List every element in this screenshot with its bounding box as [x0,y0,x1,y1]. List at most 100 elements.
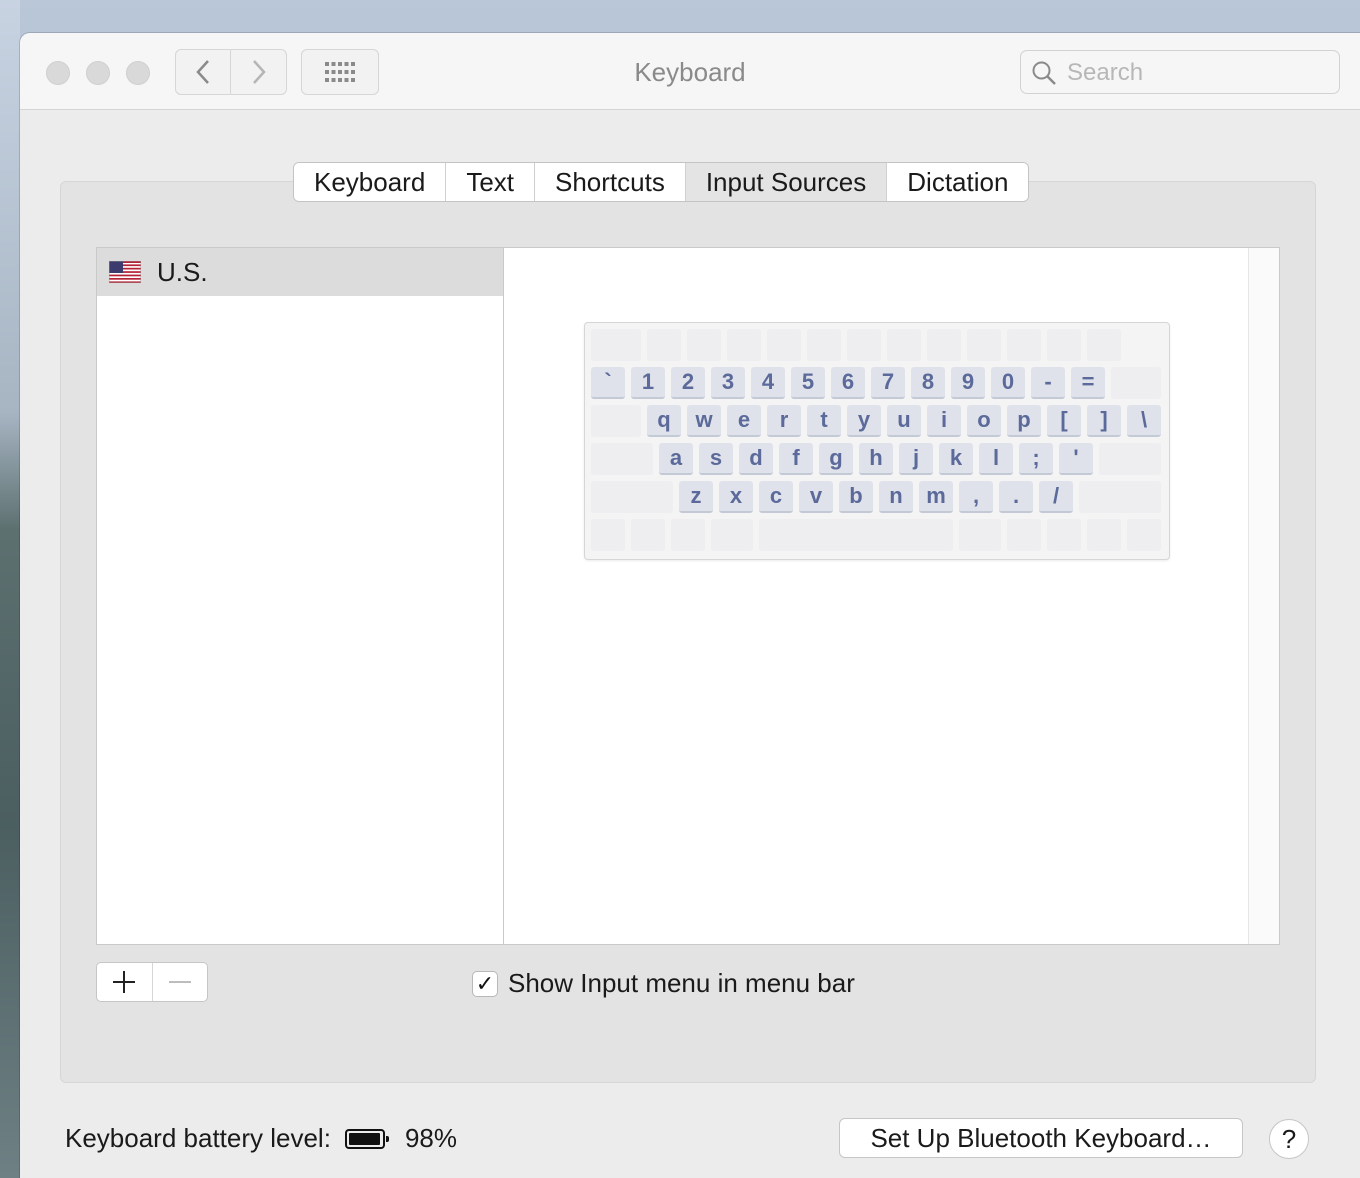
key-cap: 5 [791,367,825,399]
key-cap: z [679,481,713,513]
delete-key [1111,367,1161,399]
plus-icon [113,971,136,993]
key-cap: - [1031,367,1065,399]
keyboard-preview-pane: ` 1 2 3 4 5 6 7 8 9 0- = q w e r t y u i o p[] \ a s d f g h j k l; ' z x c… [504,247,1280,945]
tab-bar: Keyboard Text Shortcuts Input Sources Di… [293,162,1030,202]
key-cap: d [739,443,773,475]
desktop-background [0,0,20,1178]
command-key [711,519,753,551]
option-key [671,519,705,551]
key-cap: [ [1047,405,1081,437]
command-key [959,519,1001,551]
function-key [1087,329,1121,361]
search-field[interactable] [1020,50,1340,94]
key-cap: t [807,405,841,437]
option-key [1007,519,1041,551]
key-cap: r [767,405,801,437]
help-button[interactable]: ? [1269,1119,1309,1159]
tab-text[interactable]: Text [446,163,535,201]
key-cap: ] [1087,405,1121,437]
key-cap: 8 [911,367,945,399]
key-cap: 1 [631,367,665,399]
list-controls [96,962,208,1002]
arrow-right-key [1127,519,1161,551]
title-bar: Keyboard [20,33,1360,110]
tab-label: Dictation [907,166,1009,197]
battery-status: Keyboard battery level: 98% [65,1123,457,1154]
battery-percent: 98% [404,1123,457,1153]
show-input-menu-option[interactable]: ✓ Show Input menu in menu bar [472,968,855,999]
key-cap: 0 [991,367,1025,399]
key-cap: 7 [871,367,905,399]
function-key [1047,329,1081,361]
control-key [631,519,665,551]
key-cap: / [1039,481,1073,513]
key-cap: p [1007,405,1041,437]
space-key [759,519,953,551]
system-preferences-window: Keyboard Keyboard Text Shortcuts Input S… [20,33,1360,1178]
battery-label: Keyboard battery level: [65,1123,331,1153]
return-key [1099,443,1161,475]
key-cap: j [899,443,933,475]
key-cap: c [759,481,793,513]
input-source-us[interactable]: U.S. [97,248,503,296]
function-key [807,329,841,361]
input-sources-list[interactable]: U.S. [96,247,504,945]
input-source-label: U.S. [157,256,208,287]
minus-icon [168,981,191,983]
fn-key [591,519,625,551]
key-cap: y [847,405,881,437]
setup-bluetooth-keyboard-button[interactable]: Set Up Bluetooth Keyboard… [839,1118,1243,1158]
tab-dictation[interactable]: Dictation [887,163,1029,201]
shift-key [591,481,673,513]
tab-label: Keyboard [314,166,426,197]
function-key [687,329,721,361]
function-key [727,329,761,361]
show-input-menu-checkbox[interactable]: ✓ [472,970,498,997]
key-cap: o [967,405,1001,437]
key-cap: = [1071,367,1105,399]
key-cap: ` [591,367,625,399]
tab-label: Shortcuts [555,166,665,197]
key-cap: \ [1127,405,1161,437]
tab-keyboard[interactable]: Keyboard [294,163,447,201]
key-cap: ' [1059,443,1093,475]
tab-key [591,405,641,437]
key-cap: s [699,443,733,475]
function-key [887,329,921,361]
key-cap: q [647,405,681,437]
shift-key [1079,481,1161,513]
tab-label: Text [466,166,514,197]
scrollbar[interactable] [1248,248,1279,944]
function-key [847,329,881,361]
remove-input-source-button[interactable] [153,963,208,1001]
keyboard-layout-preview: ` 1 2 3 4 5 6 7 8 9 0- = q w e r t y u i o p[] \ a s d f g h j k l; ' z x c… [584,322,1170,560]
search-input[interactable] [1065,57,1329,89]
key-cap: 4 [751,367,785,399]
key-cap: 9 [951,367,985,399]
key-cap: a [659,443,693,475]
key-cap: ; [1019,443,1053,475]
key-cap: v [799,481,833,513]
key-cap: l [979,443,1013,475]
show-input-menu-label: Show Input menu in menu bar [508,968,855,998]
key-cap: 2 [671,367,705,399]
function-key [1007,329,1041,361]
key-cap: u [887,405,921,437]
key-cap: 3 [711,367,745,399]
tab-input-sources[interactable]: Input Sources [685,163,888,201]
search-icon [1032,61,1056,85]
add-input-source-button[interactable] [97,963,153,1001]
tab-shortcuts[interactable]: Shortcuts [535,163,686,201]
key-cap: x [719,481,753,513]
function-key [591,329,641,361]
caps-lock-key [591,443,653,475]
battery-icon [344,1128,389,1149]
us-flag-icon [109,261,141,283]
function-key [927,329,961,361]
arrow-updown-key [1087,519,1121,551]
function-key [647,329,681,361]
key-cap: m [919,481,953,513]
key-cap: , [959,481,993,513]
function-key [967,329,1001,361]
